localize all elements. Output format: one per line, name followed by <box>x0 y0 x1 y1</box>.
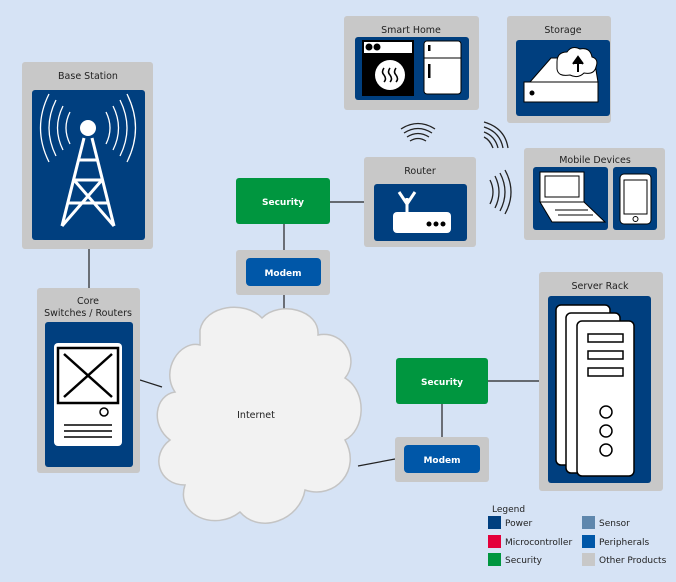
legend-label: Security <box>505 556 543 566</box>
wifi-waves-icon <box>489 169 512 215</box>
server-rack-label: Server Rack <box>571 281 629 292</box>
security-top-label: Security <box>262 198 304 208</box>
mobile-devices-label: Mobile Devices <box>559 155 631 166</box>
smart-home-label: Smart Home <box>381 25 441 36</box>
legend-item-other-products: Other Products <box>582 553 667 566</box>
wifi-waves-icon <box>483 121 509 149</box>
legend-label: Other Products <box>599 556 667 566</box>
legend-item-microcontroller: Microcontroller <box>488 535 572 548</box>
legend-swatch <box>582 535 595 548</box>
legend-item-power: Power <box>488 516 533 529</box>
modem-top-label: Modem <box>264 269 301 279</box>
base-station-label: Base Station <box>58 71 118 82</box>
refrigerator-icon <box>423 40 462 95</box>
legend-item-peripherals: Peripherals <box>582 535 650 548</box>
modem-bottom-label: Modem <box>423 456 460 466</box>
core-label-line2: Switches / Routers <box>44 308 132 319</box>
core-label-line1: Core <box>77 296 99 307</box>
security-bottom-node[interactable]: Security <box>396 358 488 404</box>
legend-swatch <box>582 553 595 566</box>
base-station-node[interactable]: Base Station <box>22 62 153 249</box>
legend-swatch <box>488 553 501 566</box>
smart-home-node[interactable]: Smart Home <box>344 16 479 110</box>
modem-bottom-node[interactable]: Modem <box>395 437 489 482</box>
security-bottom-label: Security <box>421 378 463 388</box>
network-diagram: Internet Base Station Core Switches / Ro… <box>22 16 667 566</box>
smartphone-icon <box>619 173 652 225</box>
legend-title: Legend <box>492 505 525 515</box>
legend: Legend Power Microcontroller Security Se… <box>488 505 667 566</box>
wifi-waves-icon <box>400 122 436 142</box>
washing-machine-icon <box>362 40 414 96</box>
legend-label: Peripherals <box>599 538 650 548</box>
legend-swatch <box>488 516 501 529</box>
legend-item-security: Security <box>488 553 543 566</box>
legend-swatch <box>488 535 501 548</box>
legend-item-sensor: Sensor <box>582 516 630 529</box>
core-switches-node[interactable]: Core Switches / Routers <box>37 288 140 473</box>
security-top-node[interactable]: Security <box>236 178 330 224</box>
mobile-devices-node[interactable]: Mobile Devices <box>524 148 665 240</box>
router-node[interactable]: Router <box>364 157 476 247</box>
legend-swatch <box>582 516 595 529</box>
legend-label: Sensor <box>599 519 630 529</box>
router-label: Router <box>404 166 436 177</box>
modem-top-node[interactable]: Modem <box>236 250 330 295</box>
server-rack-node[interactable]: Server Rack <box>539 272 663 491</box>
internet-cloud[interactable]: Internet <box>156 306 362 524</box>
internet-label: Internet <box>237 410 275 421</box>
legend-label: Power <box>505 519 533 529</box>
switch-icon <box>54 343 122 446</box>
server-tower-icon <box>555 304 635 477</box>
storage-node[interactable]: Storage <box>507 16 611 123</box>
legend-label: Microcontroller <box>505 538 572 548</box>
storage-label: Storage <box>544 25 581 36</box>
